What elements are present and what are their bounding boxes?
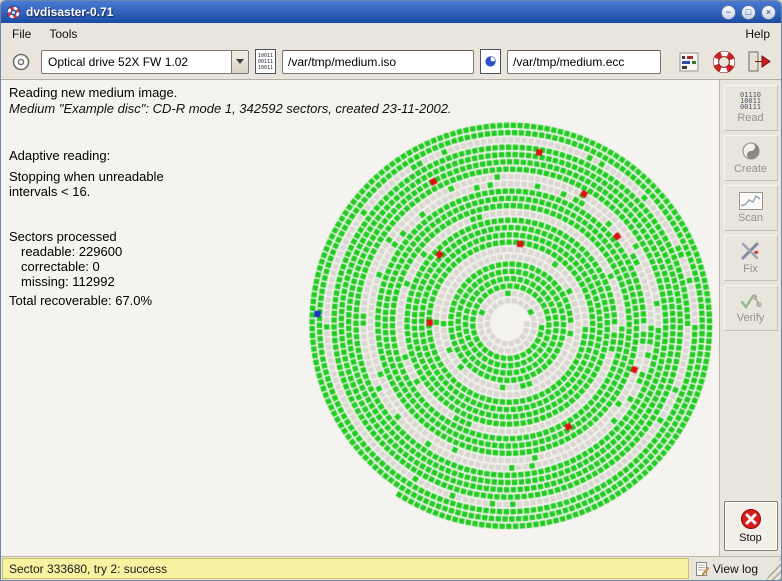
read-button[interactable]: 01110 10011 00111 Read (723, 85, 778, 131)
titlebar[interactable]: dvdisaster-0.71 − □ × (1, 1, 781, 23)
verify-button[interactable]: Verify (723, 285, 778, 331)
panel-sectors-title: Sectors processed (9, 229, 117, 244)
verify-check-icon (740, 292, 762, 310)
app-logo-icon (6, 4, 21, 20)
panel-correctable: correctable: 0 (21, 259, 100, 274)
minimize-button[interactable]: − (721, 4, 736, 20)
fix-button[interactable]: Fix (723, 235, 778, 281)
stop-button[interactable]: Stop (723, 501, 778, 551)
panel-stopping-1: Stopping when unreadable (9, 169, 164, 184)
panel-title: Adaptive reading: (9, 148, 111, 163)
preferences-button[interactable] (675, 48, 703, 76)
chevron-down-icon[interactable] (231, 50, 248, 73)
drive-select-value: Optical drive 52X FW 1.02 (48, 54, 189, 69)
panel-total: Total recoverable: 67.0% (9, 293, 153, 308)
panel-readable: readable: 229600 (21, 244, 123, 259)
statusbar: Sector 333680, try 2: success View log (1, 556, 781, 580)
log-icon (695, 561, 709, 576)
panel-missing: missing: 112992 (21, 274, 115, 289)
yin-yang-icon (741, 141, 761, 161)
tools-icon (740, 241, 762, 261)
view-log-button[interactable]: View log (690, 557, 766, 580)
status-heading: Reading new medium image. (9, 85, 178, 100)
menu-help[interactable]: Help (736, 25, 779, 43)
menu-tools[interactable]: Tools (40, 25, 86, 43)
preferences-icon (679, 52, 699, 72)
create-button[interactable]: Create (723, 135, 778, 181)
reading-info-panel: Adaptive reading: Stopping when unreadab… (9, 148, 164, 308)
scan-chart-icon (738, 192, 763, 210)
maximize-button[interactable]: □ (741, 4, 756, 20)
medium-info: Medium "Example disc": CD-R mode 1, 3425… (9, 101, 452, 116)
menu-file[interactable]: File (3, 25, 40, 43)
stop-icon (740, 508, 762, 530)
window-title: dvdisaster-0.71 (26, 5, 114, 19)
toolbar-right-group (675, 48, 775, 76)
image-file-icon: 10011 00111 10011 (255, 49, 276, 74)
menubar: File Tools Help (1, 23, 781, 44)
main-row: Reading new medium image. Medium "Exampl… (1, 80, 781, 556)
scan-button[interactable]: Scan (723, 185, 778, 231)
disc-spiral (301, 116, 717, 532)
resize-grip[interactable] (766, 557, 781, 580)
view-log-label: View log (712, 561, 758, 576)
drive-icon (11, 52, 31, 72)
drive-select[interactable]: Optical drive 52X FW 1.02 (41, 49, 249, 74)
drive-button[interactable] (7, 48, 35, 76)
read-icon: 01110 10011 00111 (739, 91, 762, 111)
exit-door-icon (747, 50, 772, 73)
content-area: Reading new medium image. Medium "Exampl… (1, 80, 719, 556)
image-file-input[interactable] (282, 49, 474, 74)
lifebelt-icon (712, 50, 736, 74)
app-window: dvdisaster-0.71 − □ × File Tools Help Op… (0, 0, 782, 581)
toolbar: Optical drive 52X FW 1.02 10011 00111 10… (1, 44, 781, 80)
sidebar: 01110 10011 00111 Read Create Scan Fix V… (719, 80, 781, 556)
help-button[interactable] (710, 48, 738, 76)
status-message: Sector 333680, try 2: success (2, 558, 689, 579)
panel-stopping-2: intervals < 16. (9, 184, 91, 199)
ecc-file-icon (480, 49, 501, 74)
ecc-file-input[interactable] (507, 49, 661, 74)
close-button[interactable]: × (761, 4, 776, 20)
quit-button[interactable] (745, 48, 773, 76)
